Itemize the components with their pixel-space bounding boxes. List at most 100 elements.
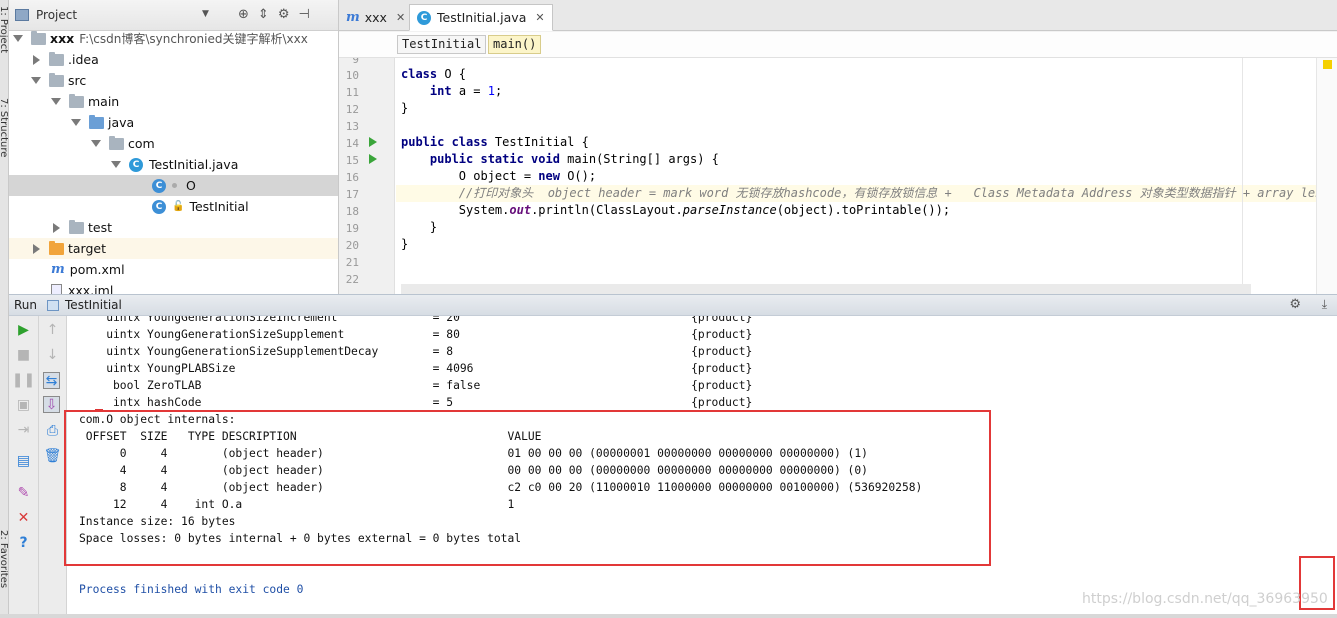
run-method-icon[interactable] <box>369 154 377 164</box>
tree-node-main[interactable]: main <box>9 91 338 112</box>
gear-icon[interactable]: ⚙ <box>278 7 290 22</box>
locate-icon[interactable]: ⊕ <box>238 7 249 22</box>
vertical-scrollbar[interactable] <box>1316 58 1337 294</box>
close-icon[interactable]: ✕ <box>535 11 544 24</box>
run-config-tab[interactable]: TestInitial <box>65 298 122 312</box>
close-icon[interactable]: ✕ <box>15 509 32 526</box>
console-line: uintx YoungGenerationSizeSupplement = 80… <box>79 328 753 341</box>
class-icon: C <box>152 178 166 193</box>
code-line-17-comment: //打印对象头 object header = mark word 无锁存放ha… <box>401 186 1337 200</box>
warning-marker-icon[interactable] <box>1323 60 1332 69</box>
tree-node-idea[interactable]: .idea <box>9 49 338 70</box>
java-file-icon: C <box>417 10 431 25</box>
expand-arrow-icon[interactable] <box>51 98 61 105</box>
hide-panel-icon[interactable]: ⊣ <box>298 7 309 22</box>
print-icon[interactable]: ⎙ <box>44 422 61 439</box>
line-number: 15 <box>345 154 359 167</box>
class-icon: C <box>152 199 166 214</box>
expand-arrow-icon[interactable] <box>53 222 60 233</box>
horizontal-scrollbar[interactable] <box>401 284 1251 294</box>
gear-icon[interactable]: ⚙ <box>1289 297 1301 312</box>
pause-icon[interactable]: ❚❚ <box>12 371 35 388</box>
code-line-15: public static void main(String[] args) { <box>429 152 719 166</box>
tree-node-pom[interactable]: m pom.xml <box>9 259 338 280</box>
code-editor[interactable]: 9 10 11 12 13 14 15 16 17 18 19 20 21 22… <box>339 58 1337 294</box>
structure-tool-tab[interactable]: 7: Structure <box>0 98 8 157</box>
line-number: 22 <box>345 273 359 286</box>
console-line: intx hashCode = 5 {product} <box>79 396 753 409</box>
editor-gutter: 9 10 11 12 13 14 15 16 17 18 19 20 21 22 <box>339 58 395 294</box>
scroll-to-end-icon[interactable]: ⇩ <box>43 396 60 413</box>
code-line-19: } <box>401 220 438 234</box>
line-number: 21 <box>345 256 359 269</box>
expand-arrow-icon[interactable] <box>71 119 81 126</box>
package-icon <box>109 135 124 150</box>
run-toolbar-secondary: ↑ ↓ ⇆ ⇩ ⎙ 🗑 <box>39 316 67 614</box>
line-number: 9 <box>352 58 359 66</box>
console-line: uintx YoungPLABSize = 4096 {product} <box>79 362 753 375</box>
project-tool-tab[interactable]: 1: Project <box>0 6 8 53</box>
tree-node-test[interactable]: test <box>9 217 338 238</box>
run-config-icon <box>47 299 60 311</box>
rerun-icon[interactable]: ▶ <box>15 321 32 338</box>
run-toolbar-primary: ▶ ■ ❚❚ ▣ ⇥ ▤ ✎ ✕ ? <box>9 316 39 614</box>
tree-node-java[interactable]: java <box>9 112 338 133</box>
tree-node-label: TestInitial.java <box>149 157 239 172</box>
dump-threads-icon[interactable]: ▣ <box>15 396 32 413</box>
expand-arrow-icon[interactable] <box>111 161 121 168</box>
expand-arrow-icon[interactable] <box>91 140 101 147</box>
help-icon[interactable]: ? <box>15 534 32 551</box>
collapse-all-icon[interactable]: ⇕ <box>258 7 269 22</box>
layout-icon[interactable]: ▤ <box>15 452 32 469</box>
favorites-tool-tab[interactable]: 2: Favorites <box>0 530 8 588</box>
code-line-11: int a = 1; <box>429 84 503 98</box>
line-number: 20 <box>345 239 359 252</box>
minimize-icon[interactable]: ⤓ <box>1322 297 1327 312</box>
code-line-12: } <box>401 101 409 115</box>
tree-node-label: main <box>88 94 120 109</box>
public-access-icon: 🔓 <box>172 201 185 212</box>
tree-node-class-testinitial[interactable]: C 🔓 TestInitial <box>9 196 338 217</box>
editor-tab-bar: m xxx ✕ C TestInitial.java ✕ <box>339 0 1337 31</box>
breadcrumb-method[interactable]: main() <box>488 35 542 54</box>
file-icon <box>51 284 62 294</box>
breadcrumb-class[interactable]: TestInitial <box>397 35 487 54</box>
run-class-icon[interactable] <box>369 137 377 147</box>
tree-node-xxx[interactable]: xxx F:\csdn博客\synchronied关键字解析\xxx <box>9 28 338 49</box>
tree-node-class-o[interactable]: C O <box>9 175 338 196</box>
code-line-18: System.out.println(ClassLayout.parseInst… <box>401 203 951 217</box>
tab-label: TestInitial.java <box>437 10 527 25</box>
maven-icon: m <box>346 10 360 25</box>
expand-arrow-icon[interactable] <box>33 243 40 254</box>
line-number: 14 <box>345 137 359 150</box>
chevron-down-icon[interactable]: ▼ <box>202 9 209 19</box>
line-number: 17 <box>345 188 359 201</box>
stop-icon[interactable]: ■ <box>15 346 32 363</box>
tab-label: xxx <box>364 10 387 25</box>
pin-tab-icon[interactable]: ✎ <box>15 484 32 501</box>
code-line-14: public class TestInitial { <box>401 135 589 149</box>
code-line-16: O object = new O(); <box>401 169 597 183</box>
exit-icon[interactable]: ⇥ <box>15 421 32 438</box>
tab-xxx[interactable]: m xxx ✕ <box>339 4 412 31</box>
tree-node-src[interactable]: src <box>9 70 338 91</box>
expand-arrow-icon[interactable] <box>33 54 40 65</box>
project-view-selector[interactable]: Project <box>36 8 77 22</box>
close-icon[interactable]: ✕ <box>396 11 405 24</box>
expand-arrow-icon[interactable] <box>13 35 23 42</box>
expand-arrow-icon[interactable] <box>31 77 41 84</box>
line-number: 10 <box>345 69 359 82</box>
folder-icon <box>69 93 84 108</box>
tab-testinitial-java[interactable]: C TestInitial.java ✕ <box>409 4 553 31</box>
trash-icon[interactable]: 🗑 <box>44 447 62 464</box>
soft-wrap-icon[interactable]: ⇆ <box>43 372 60 389</box>
code-line-20: } <box>401 237 409 251</box>
tree-node-target[interactable]: target <box>9 238 338 259</box>
tree-node-iml[interactable]: xxx.iml <box>9 280 338 294</box>
tree-node-label: com <box>128 136 155 151</box>
tree-node-label: src <box>68 73 87 88</box>
arrow-down-icon[interactable]: ↓ <box>44 346 61 363</box>
tree-node-com[interactable]: com <box>9 133 338 154</box>
tree-node-testinitial-java[interactable]: C TestInitial.java <box>9 154 338 175</box>
arrow-up-icon[interactable]: ↑ <box>44 321 61 338</box>
